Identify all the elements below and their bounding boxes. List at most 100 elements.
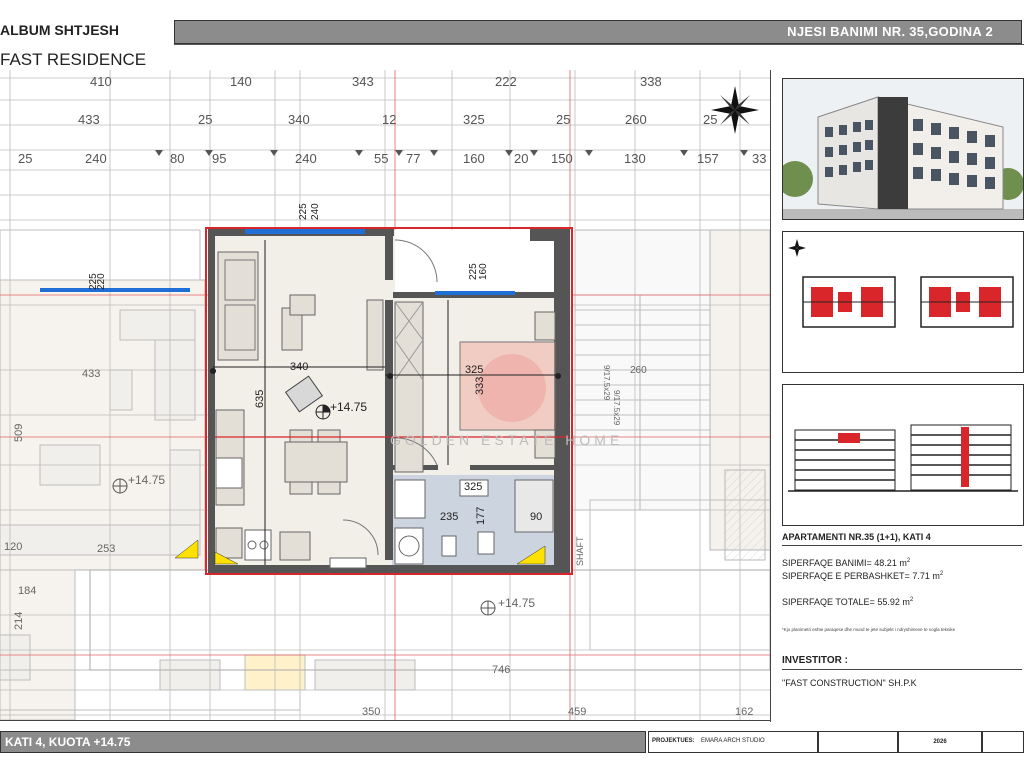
shaft-label: SHAFT: [575, 536, 585, 566]
dim-left-214: 214: [13, 612, 25, 630]
dim-row3-4: 95: [212, 151, 226, 166]
drawing-sheet: ALBUM SHTJESH FAST RESIDENCE NJESI BANIM…: [0, 0, 1024, 768]
stair-label-b: 9/17.5x29: [612, 390, 621, 426]
plan-right-rule: [770, 70, 771, 722]
investor-rule: [782, 669, 1022, 670]
unit-title-bar: NJESI BANIMI NR. 35,GODINA 2: [174, 20, 1022, 44]
total-label: SIPERFAQE TOTALE=: [782, 597, 875, 607]
dim-row3-12: 157: [697, 151, 719, 166]
dim-row2-7: 260: [625, 112, 647, 127]
dim-left-253: 253: [97, 543, 115, 555]
dim-living-height: 635: [254, 390, 266, 408]
dim-top-b: 225: [298, 203, 309, 220]
elevation-unit: +14.75: [330, 400, 367, 414]
dim-left-433: 433: [82, 368, 100, 380]
dim-top-a: 240: [310, 203, 321, 220]
residential-label: SIPERFAQE BANIMI=: [782, 558, 872, 568]
dim-row3-9: 20: [514, 151, 528, 166]
residential-area: SIPERFAQE BANIMI= 48.21 m2: [782, 558, 910, 568]
common-value: 7.71 m: [912, 571, 940, 581]
dim-row3-6: 55: [374, 151, 388, 166]
dim-bath-c: 177: [475, 507, 487, 525]
dim-row3-7: 77: [406, 151, 420, 166]
floor-label: KATI 4, KUOTA +14.75: [5, 735, 131, 749]
dim-row2-6: 25: [556, 112, 570, 127]
dim-row2-4: 12: [382, 112, 396, 127]
designer-value: EMARA ARCH STUDIO: [701, 738, 765, 744]
total-value: 55.92 m: [877, 597, 910, 607]
dim-left-184: 184: [18, 585, 36, 597]
elevation-marker-corridor: [480, 600, 496, 616]
dim-row3-5: 240: [295, 151, 317, 166]
title-block-designer: PROJEKTUES: EMARA ARCH STUDIO: [648, 731, 818, 753]
building-section: [782, 384, 1024, 526]
investor-name: "FAST CONSTRUCTION" SH.P.K: [782, 678, 917, 688]
dim-left-509: 509: [13, 424, 25, 442]
residential-value: 48.21 m: [874, 558, 907, 568]
plan-bottom-rule: [0, 720, 770, 721]
album-title: ALBUM SHTJESH: [0, 22, 120, 38]
watermark: GOLDEN ESTATE HOME: [390, 432, 623, 448]
stair-260: 260: [630, 365, 647, 376]
dim-row3-11: 130: [624, 151, 646, 166]
dim-bath-d: 90: [530, 511, 542, 523]
dim-bottom-746: 746: [492, 664, 510, 676]
project-name: FAST RESIDENCE: [0, 50, 147, 69]
common-label: SIPERFAQE E PERBASHKET=: [782, 571, 910, 581]
dim-bed-height: 333: [474, 377, 486, 395]
header-rule: [174, 44, 1024, 45]
dim-bottom-459: 459: [568, 706, 586, 718]
common-unit-sup: 2: [939, 571, 944, 577]
dim-living-width: 340: [290, 361, 308, 373]
residential-unit-sup: 2: [906, 558, 911, 564]
dim-row1-1: 410: [90, 74, 112, 89]
dim-balcony-b: 225: [468, 263, 479, 280]
elevation-marker-left: [112, 478, 128, 494]
dim-bottom-162: 162: [735, 706, 753, 718]
dimension-rows: 410 140 343 222 338 433 25 340 12 325 25…: [18, 74, 766, 166]
dim-row3-8: 160: [463, 151, 485, 166]
dim-row1-5: 338: [640, 74, 662, 89]
total-unit-sup: 2: [909, 597, 914, 603]
stair-label-a: 9/17.5x29: [602, 365, 611, 401]
dim-bath-a: 325: [464, 481, 482, 493]
title-block-notes: [818, 731, 898, 753]
investor-label: INVESTITOR :: [782, 655, 848, 666]
elevation-left: +14.75: [128, 473, 165, 487]
title-block-year: 2026: [898, 731, 982, 753]
dim-bottom-350: 350: [362, 706, 380, 718]
common-area: SIPERFAQE E PERBASHKET= 7.71 m2: [782, 571, 943, 581]
floor-plan: 410 140 343 222 338 433 25 340 12 325 25…: [0, 70, 770, 720]
total-area: SIPERFAQE TOTALE= 55.92 m2: [782, 597, 913, 607]
apartment-rule: [782, 545, 1022, 546]
dim-row2-8: 25: [703, 112, 717, 127]
building-render: [782, 78, 1024, 220]
apartment-title: APARTAMENTI NR.35 (1+1), KATI 4: [782, 532, 931, 542]
dim-row3-1: 25: [18, 151, 32, 166]
dim-row1-4: 222: [495, 74, 517, 89]
title-block-stamp: [982, 731, 1024, 753]
dim-balcony-a: 160: [478, 263, 489, 280]
dim-row3-10: 150: [551, 151, 573, 166]
floor-bar: KATI 4, KUOTA +14.75: [0, 731, 646, 753]
dim-row3-2: 240: [85, 151, 107, 166]
key-north-icon: [788, 239, 806, 257]
designer-label: PROJEKTUES:: [652, 738, 695, 744]
floor-key-plan: [782, 231, 1024, 373]
north-arrow-icon: [711, 86, 759, 134]
dim-bed-width: 325: [465, 364, 483, 376]
dim-row2-1: 433: [78, 112, 100, 127]
dim-row3-13: 33: [752, 151, 766, 166]
dim-row3-3: 80: [170, 151, 184, 166]
dim-row1-3: 343: [352, 74, 374, 89]
dim-row2-3: 340: [288, 112, 310, 127]
dim-row2-5: 325: [463, 112, 485, 127]
dim-left-120: 120: [4, 541, 22, 553]
dim-row1-2: 140: [230, 74, 252, 89]
dim-left-b: 225: [88, 273, 99, 290]
dim-row2-2: 25: [198, 112, 212, 127]
dim-bath-b: 235: [440, 511, 458, 523]
dimension-ticks: [155, 150, 748, 156]
disclaimer-note: *Kjo planimetri eshte paraqese dhe mund …: [782, 627, 956, 632]
unit-title: NJESI BANIMI NR. 35,GODINA 2: [787, 24, 993, 39]
